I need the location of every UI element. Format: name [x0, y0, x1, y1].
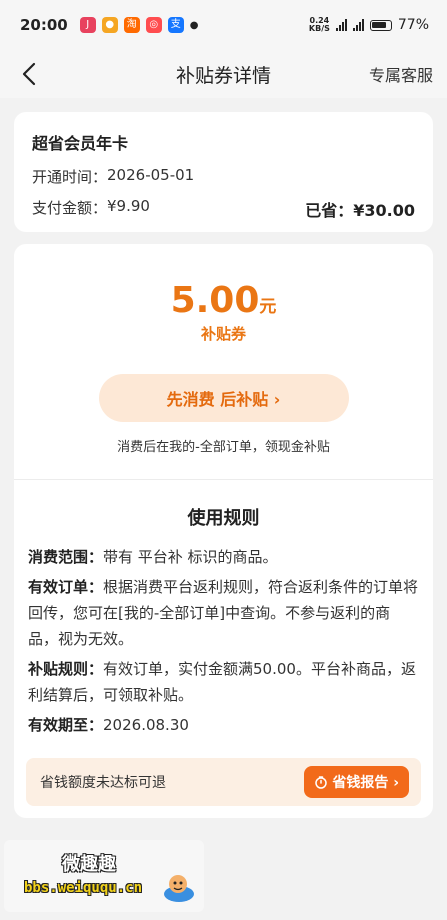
open-time-label: 开通时间： — [32, 168, 108, 186]
saved-amount: 已省：¥30.00 — [305, 197, 415, 221]
watermark-url: bbs.weiququ.cn — [24, 880, 143, 896]
rules-title: 使用规则 — [187, 508, 260, 529]
signal-icon — [352, 19, 364, 31]
net-speed: 0.24 KB/S — [309, 17, 330, 33]
goldfish-app-icon: ● — [101, 17, 118, 33]
rule-key: 消费范围： — [28, 548, 104, 566]
pay-label: 支付金额： — [32, 199, 108, 217]
saved-value: ¥30.00 — [353, 201, 415, 220]
divider — [14, 479, 433, 480]
saved-label: 已省： — [305, 201, 354, 220]
open-time-row: 开通时间： 2026-05-01 — [32, 166, 415, 187]
rule-key: 有效订单： — [28, 578, 104, 596]
rule-item: 有效订单：根据消费平台返利规则，符合返利条件的订单将回传，您可在[我的-全部订单… — [28, 574, 419, 652]
customer-service-link[interactable]: 专属客服 — [369, 62, 433, 86]
signal-icon — [335, 19, 347, 31]
membership-title: 超省会员年卡 — [32, 134, 129, 153]
net-speed-unit: KB/S — [308, 24, 330, 33]
rule-item: 消费范围：带有 平台补 标识的商品。 — [28, 544, 419, 570]
refund-bar: 省钱额度未达标可退 省钱报告 › — [26, 758, 421, 806]
coupon-amount-value: 5.00 — [170, 280, 260, 321]
jd-app-icon: J — [79, 17, 96, 33]
rule-text: 2026.08.30 — [103, 716, 189, 734]
savings-report-button[interactable]: 省钱报告 › — [304, 766, 409, 798]
rule-text: 带有 平台补 标识的商品。 — [103, 548, 278, 566]
open-time-value: 2026-05-01 — [107, 166, 195, 184]
rule-item: 补贴规则：有效订单，实付金额满50.00。平台补商品，返利结算后，可领取补贴。 — [28, 656, 419, 708]
refund-text: 省钱额度未达标可退 — [40, 775, 166, 791]
dot-icon: ● — [189, 19, 199, 31]
coupon-label: 补贴券 — [200, 325, 246, 343]
coupon-amount: 5.00元 补贴券 — [28, 280, 419, 344]
membership-card: 超省会员年卡 开通时间： 2026-05-01 支付金额： ¥9.90 已省：¥… — [14, 112, 433, 232]
timer-icon — [315, 776, 328, 789]
coupon-amount-unit: 元 — [259, 297, 277, 317]
watermark-title: 微趣趣 — [62, 854, 116, 875]
nav-bar: 补贴券详情 专属客服 — [0, 50, 447, 98]
savings-report-label: 省钱报告 › — [332, 775, 399, 791]
rule-key: 补贴规则： — [28, 660, 104, 678]
taobao-app-icon: 淘 — [123, 17, 140, 33]
rule-key: 有效期至： — [28, 716, 104, 734]
coupon-card: 5.00元 补贴券 先消费 后补贴 › 消费后在我的-全部订单，领现金补贴 使用… — [14, 244, 433, 818]
battery-icon — [369, 19, 392, 31]
battery-percent: 77% — [397, 17, 429, 33]
alipay-app-icon: 支 — [167, 17, 184, 33]
status-bar: 20:00 J ● 淘 ◎ 支 ● 0.24 KB/S 77% — [0, 0, 447, 50]
pay-value: ¥9.90 — [107, 197, 150, 215]
consume-first-button[interactable]: 先消费 后补贴 › — [98, 374, 349, 422]
map-app-icon: ◎ — [145, 17, 162, 33]
mascot-icon — [164, 875, 194, 902]
watermark: 微趣趣 bbs.weiququ.cn — [4, 840, 204, 912]
rule-item: 有效期至：2026.08.30 — [28, 712, 419, 738]
pay-amount-row: 支付金额： ¥9.90 已省：¥30.00 — [32, 197, 415, 221]
cta-hint: 消费后在我的-全部订单，领现金补贴 — [117, 440, 330, 455]
status-time: 20:00 — [20, 16, 68, 34]
